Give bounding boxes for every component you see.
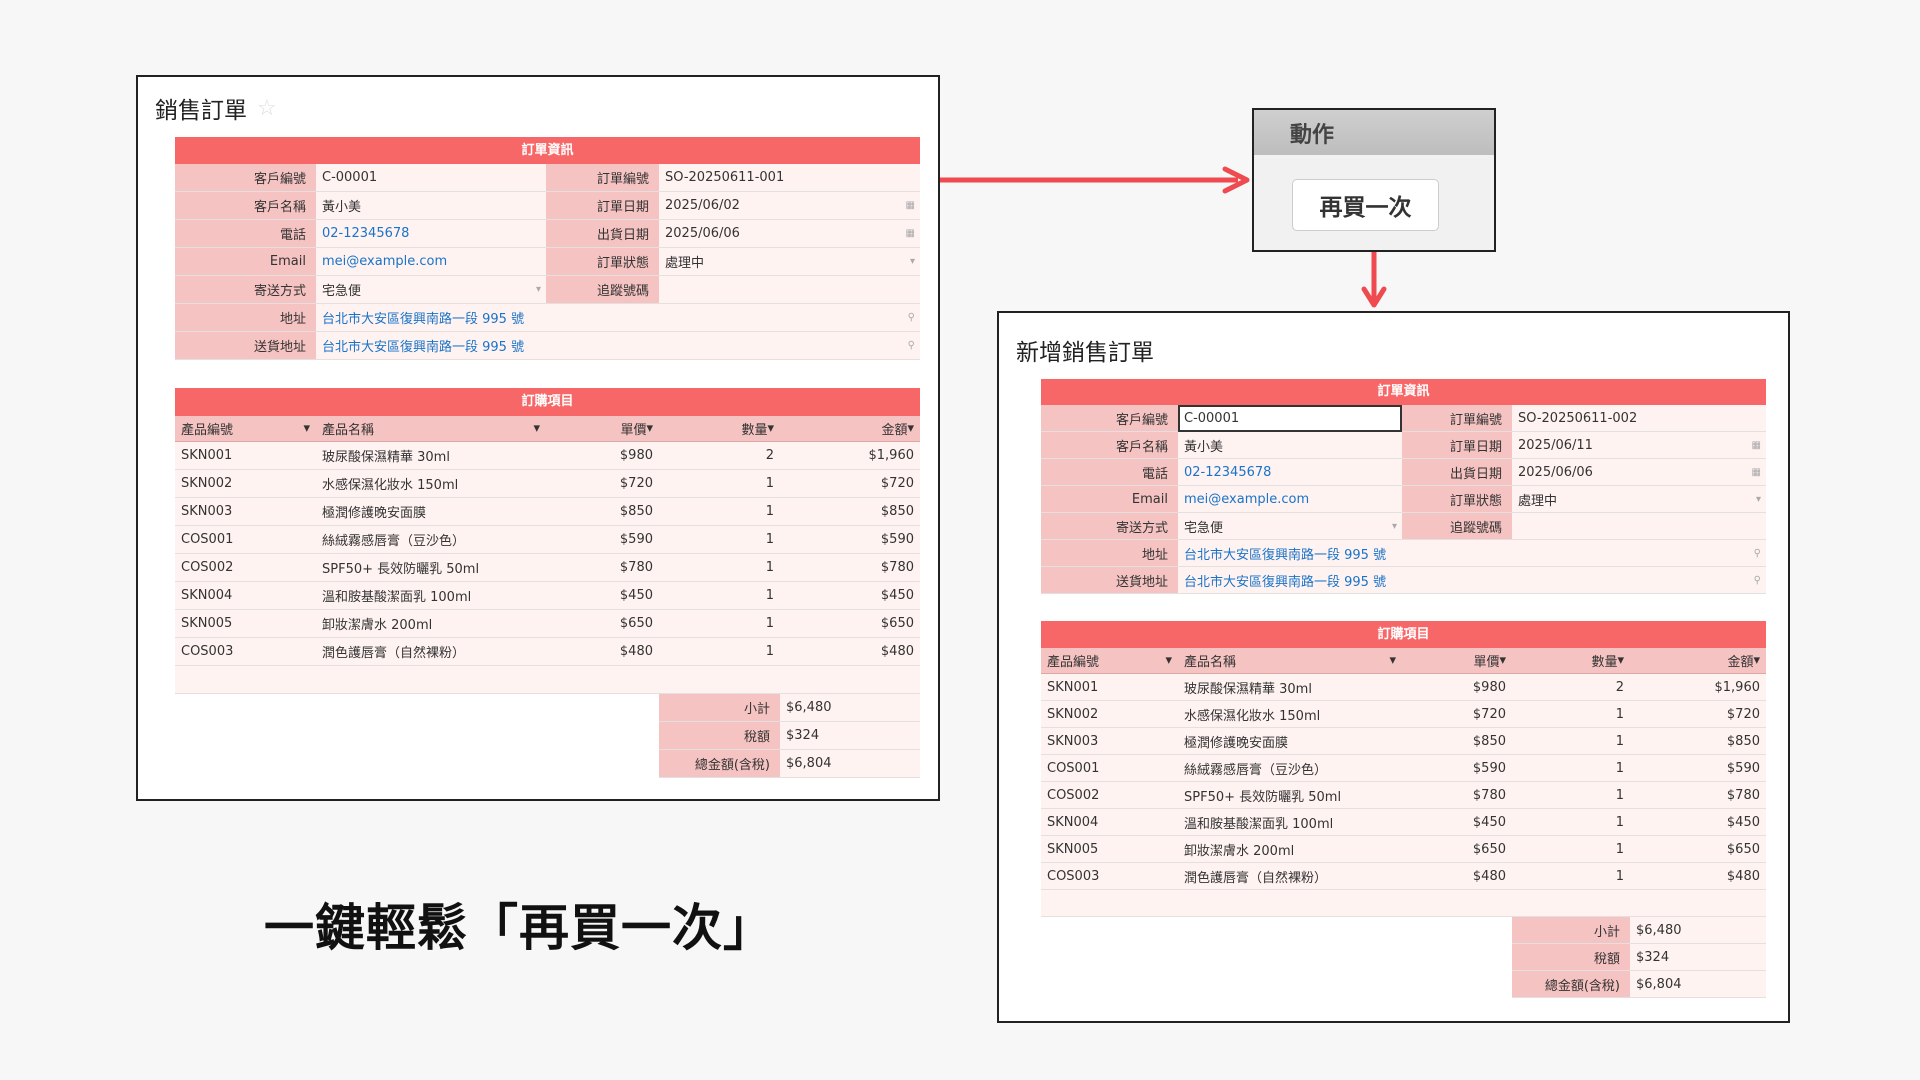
column-header-qty[interactable]: 數量 ▾ (659, 416, 780, 442)
total-value: $6,804 (1630, 971, 1766, 998)
location-pin-icon[interactable]: ⚲ (1754, 548, 1761, 559)
total-value: $6,804 (780, 750, 920, 778)
email-field[interactable]: mei@example.com (1178, 486, 1402, 513)
table-row[interactable]: SKN003 極潤修護晚安面膜 $850 1 $850 (175, 498, 920, 526)
column-header-qty[interactable]: 數量 ▾ (1512, 648, 1630, 674)
page-title: 銷售訂單 ☆ (155, 95, 277, 125)
chevron-down-icon[interactable]: ▾ (1756, 494, 1761, 505)
star-icon[interactable]: ☆ (257, 96, 277, 121)
page-title: 新增銷售訂單 (1016, 340, 1154, 366)
dropdown-arrow-icon: ▾ (1753, 653, 1760, 668)
chevron-down-icon[interactable]: ▾ (910, 256, 915, 267)
items-table-body: SKN001 玻尿酸保濕精華 30ml $980 2 $1,960 SKN002 水感保濕… (175, 442, 920, 694)
calendar-icon[interactable]: ▦ (1752, 440, 1761, 451)
action-panel: 動作 再買一次 (1252, 108, 1496, 252)
address-field[interactable]: 台北市大安區復興南路一段 995 號 ⚲ (316, 304, 920, 332)
dropdown-arrow-icon: ▾ (907, 421, 914, 436)
status-dropdown[interactable]: 處理中 ▾ (1512, 486, 1766, 513)
customer-name-field[interactable]: 黃小美 (316, 192, 546, 220)
shipping-dropdown[interactable]: 宅急便 ▾ (1178, 513, 1402, 540)
email-field[interactable]: mei@example.com (316, 248, 546, 276)
table-row[interactable]: COS001 絲絨霧感唇膏（豆沙色） $590 1 $590 (175, 526, 920, 554)
table-row[interactable]: SKN004 溫和胺基酸潔面乳 100ml $450 1 $450 (175, 582, 920, 610)
table-row[interactable]: SKN001 玻尿酸保濕精華 30ml $980 2 $1,960 (1041, 674, 1766, 701)
column-header-unit-price[interactable]: 單價 ▾ (546, 416, 659, 442)
order-date-field[interactable]: 2025/06/02 ▦ (659, 192, 920, 220)
tax-value: $324 (780, 722, 920, 750)
buy-again-button[interactable]: 再買一次 (1292, 179, 1439, 231)
table-row[interactable]: COS003 潤色護唇膏（自然裸粉） $480 1 $480 (1041, 863, 1766, 890)
table-row[interactable]: COS002 SPF50+ 長效防曬乳 50ml $780 1 $780 (175, 554, 920, 582)
sales-order-window: 銷售訂單 ☆ 訂單資訊 客戶編號 C-00001 訂單編號 SO-20250611… (136, 75, 940, 801)
dropdown-arrow-icon: ▾ (646, 421, 653, 436)
subtotal-value: $6,480 (1630, 917, 1766, 944)
dropdown-arrow-icon: ▾ (1617, 653, 1624, 668)
order-no-field[interactable]: SO-20250611-002 (1512, 405, 1766, 432)
section-header-order-info: 訂單資訊 (1041, 379, 1766, 405)
column-header-product-name[interactable]: 產品名稱 ▾ (316, 416, 546, 442)
dropdown-arrow-icon: ▾ (1499, 653, 1506, 668)
order-no-field[interactable]: SO-20250611-001 (659, 164, 920, 192)
column-header-amount[interactable]: 金額 ▾ (780, 416, 920, 442)
shipping-dropdown[interactable]: 宅急便 ▾ (316, 276, 546, 304)
column-header-amount[interactable]: 金額 ▾ (1630, 648, 1766, 674)
table-row[interactable]: SKN005 卸妝潔膚水 200ml $650 1 $650 (1041, 836, 1766, 863)
table-row[interactable]: COS001 絲絨霧感唇膏（豆沙色） $590 1 $590 (1041, 755, 1766, 782)
items-table-header: 產品編號 ▾ 產品名稱 ▾ 單價 ▾ 數量 ▾ 金額 ▾ (1041, 648, 1766, 674)
calendar-icon[interactable]: ▦ (1752, 467, 1761, 478)
caption-text: 一鍵輕鬆「再買一次」 (264, 899, 774, 957)
ship-address-field[interactable]: 台北市大安區復興南路一段 995 號 ⚲ (1178, 567, 1766, 594)
subtotal-value: $6,480 (780, 694, 920, 722)
table-row[interactable]: SKN003 極潤修護晚安面膜 $850 1 $850 (1041, 728, 1766, 755)
customer-id-field[interactable]: C-00001 (1178, 405, 1402, 432)
ship-address-field[interactable]: 台北市大安區復興南路一段 995 號 ⚲ (316, 332, 920, 360)
action-panel-title: 動作 (1254, 110, 1494, 155)
chevron-down-icon[interactable]: ▾ (1392, 521, 1397, 532)
location-pin-icon[interactable]: ⚲ (908, 312, 915, 323)
tracking-field[interactable] (1512, 513, 1766, 540)
table-row-empty[interactable] (175, 666, 920, 694)
dropdown-arrow-icon: ▾ (1389, 653, 1396, 668)
table-row-empty[interactable] (1041, 890, 1766, 917)
new-sales-order-window: 新增銷售訂單 訂單資訊 客戶編號 C-00001 訂單編號 SO-2025061… (997, 311, 1790, 1023)
table-row[interactable]: SKN005 卸妝潔膚水 200ml $650 1 $650 (175, 610, 920, 638)
ship-date-field[interactable]: 2025/06/06 ▦ (659, 220, 920, 248)
table-row[interactable]: COS002 SPF50+ 長效防曬乳 50ml $780 1 $780 (1041, 782, 1766, 809)
order-date-field[interactable]: 2025/06/11 ▦ (1512, 432, 1766, 459)
chevron-down-icon[interactable]: ▾ (536, 284, 541, 295)
table-row[interactable]: SKN002 水感保濕化妝水 150ml $720 1 $720 (175, 470, 920, 498)
dropdown-arrow-icon: ▾ (533, 421, 540, 436)
column-header-product-name[interactable]: 產品名稱 ▾ (1178, 648, 1402, 674)
tax-value: $324 (1630, 944, 1766, 971)
ship-date-field[interactable]: 2025/06/06 ▦ (1512, 459, 1766, 486)
column-header-product-id[interactable]: 產品編號 ▾ (175, 416, 316, 442)
items-table-body: SKN001 玻尿酸保濕精華 30ml $980 2 $1,960 SKN002 水感保濕… (1041, 674, 1766, 917)
section-header-items: 訂購項目 (1041, 621, 1766, 648)
phone-field[interactable]: 02-12345678 (316, 220, 546, 248)
location-pin-icon[interactable]: ⚲ (908, 340, 915, 351)
table-row[interactable]: COS003 潤色護唇膏（自然裸粉） $480 1 $480 (175, 638, 920, 666)
dropdown-arrow-icon: ▾ (303, 421, 310, 436)
table-row[interactable]: SKN002 水感保濕化妝水 150ml $720 1 $720 (1041, 701, 1766, 728)
section-header-items: 訂購項目 (175, 388, 920, 416)
tracking-field[interactable] (659, 276, 920, 304)
items-table-header: 產品編號 ▾ 產品名稱 ▾ 單價 ▾ 數量 ▾ 金額 ▾ (175, 416, 920, 442)
phone-field[interactable]: 02-12345678 (1178, 459, 1402, 486)
column-header-unit-price[interactable]: 單價 ▾ (1402, 648, 1512, 674)
dropdown-arrow-icon: ▾ (1165, 653, 1172, 668)
address-field[interactable]: 台北市大安區復興南路一段 995 號 ⚲ (1178, 540, 1766, 567)
dropdown-arrow-icon: ▾ (767, 421, 774, 436)
calendar-icon[interactable]: ▦ (906, 228, 915, 239)
location-pin-icon[interactable]: ⚲ (1754, 575, 1761, 586)
table-row[interactable]: SKN001 玻尿酸保濕精華 30ml $980 2 $1,960 (175, 442, 920, 470)
column-header-product-id[interactable]: 產品編號 ▾ (1041, 648, 1178, 674)
calendar-icon[interactable]: ▦ (906, 200, 915, 211)
table-row[interactable]: SKN004 溫和胺基酸潔面乳 100ml $450 1 $450 (1041, 809, 1766, 836)
status-dropdown[interactable]: 處理中 ▾ (659, 248, 920, 276)
section-header-order-info: 訂單資訊 (175, 137, 920, 164)
customer-name-field[interactable]: 黃小美 (1178, 432, 1402, 459)
customer-id-field[interactable]: C-00001 (316, 164, 546, 192)
